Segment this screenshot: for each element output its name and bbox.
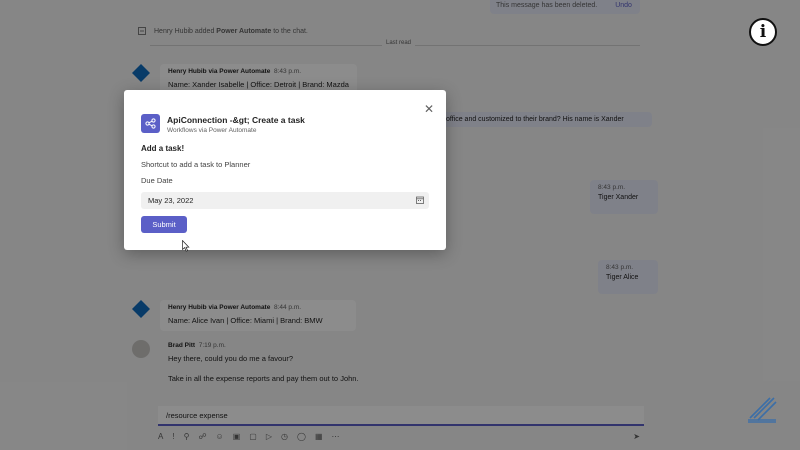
mouse-cursor-icon xyxy=(182,240,190,252)
close-icon[interactable]: ✕ xyxy=(423,103,435,115)
card-description: Shortcut to add a task to Planner xyxy=(141,160,251,169)
calendar-icon[interactable] xyxy=(416,196,424,204)
modal-title: ApiConnection -&gt; Create a task xyxy=(167,115,305,125)
submit-button[interactable]: Submit xyxy=(141,216,187,233)
info-icon[interactable]: i xyxy=(749,18,777,46)
card-heading: Add a task! xyxy=(141,144,185,153)
modal-subtitle: Workflows via Power Automate xyxy=(167,127,257,134)
brand-logo xyxy=(748,397,777,423)
task-modal: ✕ ApiConnection -&gt; Create a task Work… xyxy=(124,90,446,250)
due-date-label: Due Date xyxy=(141,176,173,185)
connector-app-icon xyxy=(141,114,160,133)
due-date-value: May 23, 2022 xyxy=(148,196,194,205)
due-date-input[interactable]: May 23, 2022 xyxy=(141,192,429,209)
